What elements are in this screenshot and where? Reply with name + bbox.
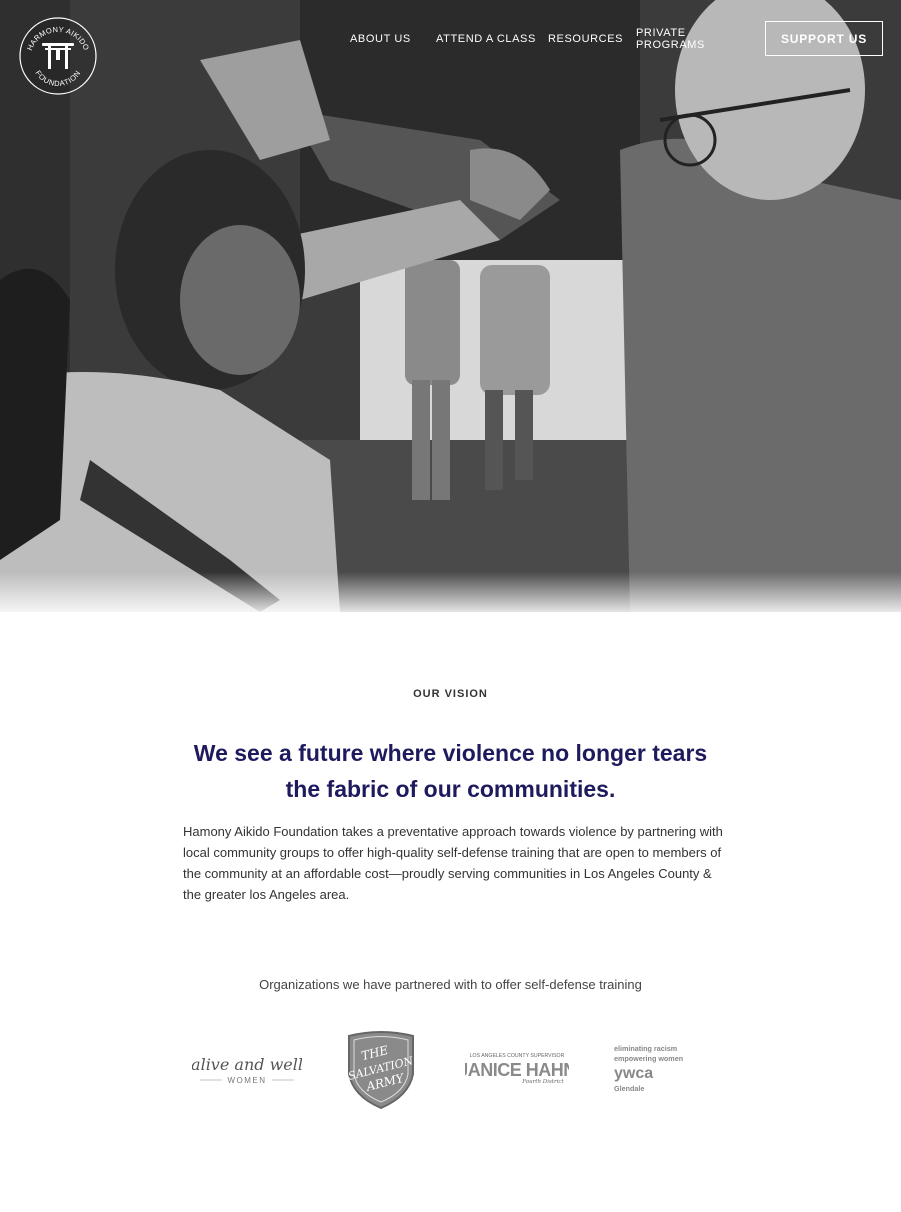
nav-private-line2: PROGRAMS xyxy=(636,39,705,51)
ywca-glendale-logo: eliminating racism empowering women ywca… xyxy=(614,1044,683,1093)
nav-private-line1: PRIVATE xyxy=(636,27,686,39)
nav-resources[interactable]: RESOURCES xyxy=(548,33,623,45)
alive-logo-line1: alive and well xyxy=(192,1055,302,1074)
vision-body: Hamony Aikido Foundation takes a prevent… xyxy=(183,824,723,902)
hero-fade xyxy=(0,572,901,612)
janice-hahn-logo: LOS ANGELES COUNTY SUPERVISOR JANICE HAH… xyxy=(465,1053,569,1085)
hahn-logo-line3: Fourth District xyxy=(521,1079,564,1085)
hahn-logo-line1: LOS ANGELES COUNTY SUPERVISOR xyxy=(470,1053,565,1059)
ywca-logo-line4: Glendale xyxy=(614,1084,644,1093)
partners-title: Organizations we have partnered with to … xyxy=(259,977,642,992)
nav-attend-a-class[interactable]: ATTEND A CLASS xyxy=(436,33,536,45)
salvation-army-logo: THE SALVATION ARMY xyxy=(347,1031,415,1110)
main-nav: ABOUT US ATTEND A CLASS RESOURCES PRIVAT… xyxy=(0,0,901,80)
nav-private-programs[interactable]: PRIVATE PROGRAMS xyxy=(636,27,716,51)
alive-logo-line2: WOMEN xyxy=(227,1076,266,1085)
section-eyebrow: OUR VISION xyxy=(413,688,488,700)
ywca-logo-line3: ywca xyxy=(614,1065,653,1082)
ywca-logo-line1: eliminating racism xyxy=(614,1044,677,1053)
support-us-button[interactable]: SUPPORT US xyxy=(765,21,883,56)
nav-about-us[interactable]: ABOUT US xyxy=(350,33,411,45)
hero-banner: HARMONY AIKIDO FOUNDATION ABOUT US ATTEN… xyxy=(0,0,901,612)
ywca-logo-line2: empowering women xyxy=(614,1054,683,1063)
vision-headline: We see a future where violence no longer… xyxy=(193,740,708,802)
hero-photo xyxy=(0,0,901,612)
alive-and-well-women-logo: alive and well WOMEN xyxy=(192,1055,302,1085)
hahn-logo-line2: JANICE HAHN xyxy=(465,1060,569,1080)
